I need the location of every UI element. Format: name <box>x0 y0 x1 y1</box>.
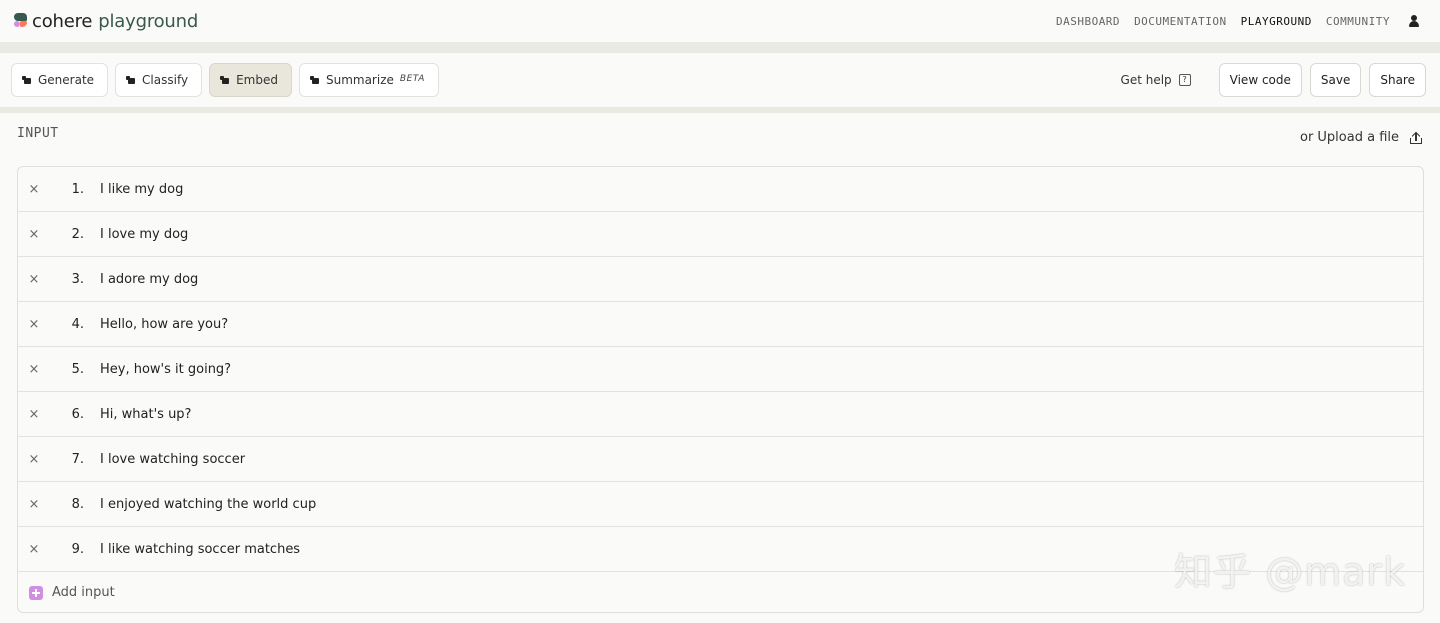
input-text[interactable]: Hello, how are you? <box>100 317 228 332</box>
classify-icon <box>126 75 136 85</box>
tab-generate[interactable]: Generate <box>11 63 109 97</box>
nav-item-playground[interactable]: PLAYGROUND <box>1241 15 1312 28</box>
remove-input-button[interactable]: × <box>18 407 50 422</box>
add-input-label: Add input <box>52 585 115 600</box>
list-item: × 7. I love watching soccer <box>18 437 1423 482</box>
list-item: × 4. Hello, how are you? <box>18 302 1423 347</box>
input-number: 2. <box>71 226 84 242</box>
remove-input-button[interactable]: × <box>18 362 50 377</box>
generate-icon <box>22 75 32 85</box>
input-section-label: INPUT <box>17 126 59 141</box>
toolbar-actions: Get help ? View code Save Share <box>1121 63 1426 97</box>
tab-label: Embed <box>236 73 278 87</box>
list-item: × 2. I love my dog <box>18 212 1423 257</box>
upload-icon <box>1410 131 1422 144</box>
input-number: 4. <box>71 316 84 332</box>
tab-summarize[interactable]: Summarize BETA <box>298 63 439 97</box>
list-item: × 1. I like my dog <box>18 167 1423 212</box>
input-number: 9. <box>71 541 84 557</box>
share-button[interactable]: Share <box>1369 63 1426 97</box>
save-button[interactable]: Save <box>1309 63 1362 97</box>
tab-label: Classify <box>142 73 189 87</box>
summarize-icon <box>309 75 320 85</box>
view-code-button[interactable]: View code <box>1218 63 1302 97</box>
playground-toolbar: Generate Classify Embed Summarize BETA G… <box>0 53 1440 107</box>
remove-input-button[interactable]: × <box>18 272 50 287</box>
brand-logo-link[interactable]: cohere playground <box>14 11 198 32</box>
main-nav: DASHBOARD DOCUMENTATION PLAYGROUND COMMU… <box>1042 15 1420 28</box>
brand-product: playground <box>98 10 199 32</box>
nav-item-dashboard[interactable]: DASHBOARD <box>1056 15 1120 28</box>
get-help-label: Get help <box>1120 73 1172 87</box>
remove-input-button[interactable]: × <box>18 542 50 557</box>
remove-input-button[interactable]: × <box>18 317 50 332</box>
watermark: 知乎 @mark <box>1173 550 1406 594</box>
cohere-logo-icon <box>14 12 29 28</box>
input-number: 1. <box>71 181 84 197</box>
tab-label: Summarize <box>325 73 394 87</box>
input-number: 5. <box>71 361 84 377</box>
input-number: 6. <box>71 406 84 422</box>
plus-icon <box>29 585 43 600</box>
list-item: × 6. Hi, what's up? <box>18 392 1423 437</box>
tab-embed[interactable]: Embed <box>209 63 292 97</box>
list-item: × 5. Hey, how's it going? <box>18 347 1423 392</box>
mode-tabs: Generate Classify Embed Summarize BETA <box>11 63 446 97</box>
remove-input-button[interactable]: × <box>18 182 50 197</box>
top-navigation-bar: cohere playground DASHBOARD DOCUMENTATIO… <box>0 0 1440 42</box>
input-text[interactable]: I love watching soccer <box>100 452 245 467</box>
input-text[interactable]: Hi, what's up? <box>100 407 191 422</box>
beta-badge: BETA <box>399 74 425 84</box>
input-text[interactable]: I love my dog <box>100 227 188 242</box>
input-number: 8. <box>71 496 84 512</box>
remove-input-button[interactable]: × <box>18 497 50 512</box>
tab-label: Generate <box>38 73 95 87</box>
remove-input-button[interactable]: × <box>18 227 50 242</box>
upload-file-label: or Upload a file <box>1299 130 1399 145</box>
tab-classify[interactable]: Classify <box>115 63 203 97</box>
input-text[interactable]: I like my dog <box>100 182 183 197</box>
input-text[interactable]: I enjoyed watching the world cup <box>100 497 316 512</box>
user-account-icon[interactable] <box>1408 15 1420 27</box>
input-number: 7. <box>71 451 84 467</box>
list-item: × 8. I enjoyed watching the world cup <box>18 482 1423 527</box>
input-text[interactable]: Hey, how's it going? <box>100 362 231 377</box>
brand-name: cohere <box>32 10 93 32</box>
input-text[interactable]: I adore my dog <box>100 272 198 287</box>
upload-file-link[interactable]: or Upload a file <box>1300 130 1422 145</box>
question-icon: ? <box>1178 74 1191 86</box>
nav-item-documentation[interactable]: DOCUMENTATION <box>1134 15 1227 28</box>
list-item: × 3. I adore my dog <box>18 257 1423 302</box>
nav-item-community[interactable]: COMMUNITY <box>1326 15 1390 28</box>
get-help-link[interactable]: Get help ? <box>1121 73 1191 87</box>
remove-input-button[interactable]: × <box>18 452 50 467</box>
input-text[interactable]: I like watching soccer matches <box>100 542 300 557</box>
input-number: 3. <box>71 271 84 287</box>
embed-icon <box>220 75 230 85</box>
